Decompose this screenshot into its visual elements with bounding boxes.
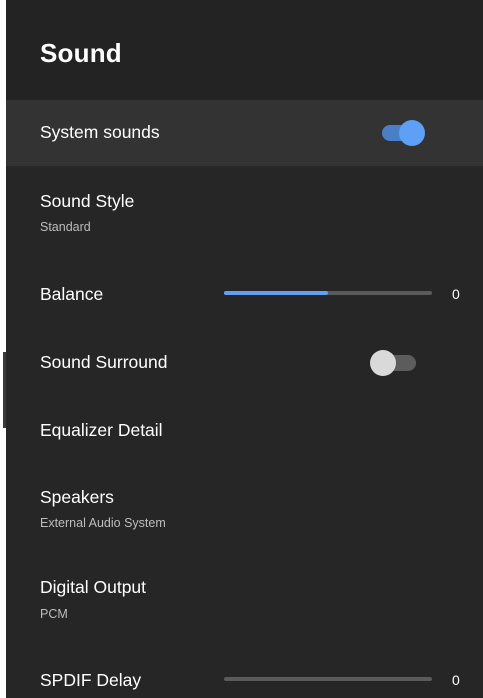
page-title: Sound	[40, 38, 122, 68]
setting-system-sounds[interactable]: System sounds	[6, 100, 483, 166]
system-sounds-label: System sounds	[40, 122, 160, 142]
balance-label: Balance	[40, 284, 104, 304]
spdif-delay-value: 0	[452, 672, 460, 688]
sound-style-value: Standard	[40, 220, 91, 234]
equalizer-detail-label: Equalizer Detail	[40, 420, 163, 440]
speakers-label: Speakers	[40, 487, 114, 507]
setting-digital-output[interactable]: Digital Output PCM	[6, 562, 483, 636]
panel-header: Sound	[6, 0, 483, 100]
setting-balance[interactable]: Balance 0	[6, 270, 483, 320]
setting-sound-surround[interactable]: Sound Surround	[6, 336, 483, 390]
speakers-value: External Audio System	[40, 516, 166, 530]
setting-spdif-delay[interactable]: SPDIF Delay 0	[6, 656, 483, 698]
setting-speakers[interactable]: Speakers External Audio System	[6, 472, 483, 546]
digital-output-label: Digital Output	[40, 577, 147, 597]
spdif-delay-slider[interactable]	[224, 677, 432, 681]
settings-screen: Sound System sounds Sound Style Standard…	[0, 0, 483, 698]
setting-equalizer-detail[interactable]: Equalizer Detail	[6, 404, 483, 456]
balance-value: 0	[452, 286, 460, 302]
balance-slider-fill	[224, 291, 328, 295]
sound-style-label: Sound Style	[40, 191, 135, 211]
setting-sound-style[interactable]: Sound Style Standard	[6, 176, 483, 250]
system-sounds-toggle-thumb	[399, 120, 425, 146]
spdif-delay-label: SPDIF Delay	[40, 670, 142, 690]
balance-slider[interactable]	[224, 291, 432, 295]
sound-surround-label: Sound Surround	[40, 352, 168, 372]
digital-output-value: PCM	[40, 607, 68, 621]
sound-surround-toggle-thumb	[370, 350, 396, 376]
